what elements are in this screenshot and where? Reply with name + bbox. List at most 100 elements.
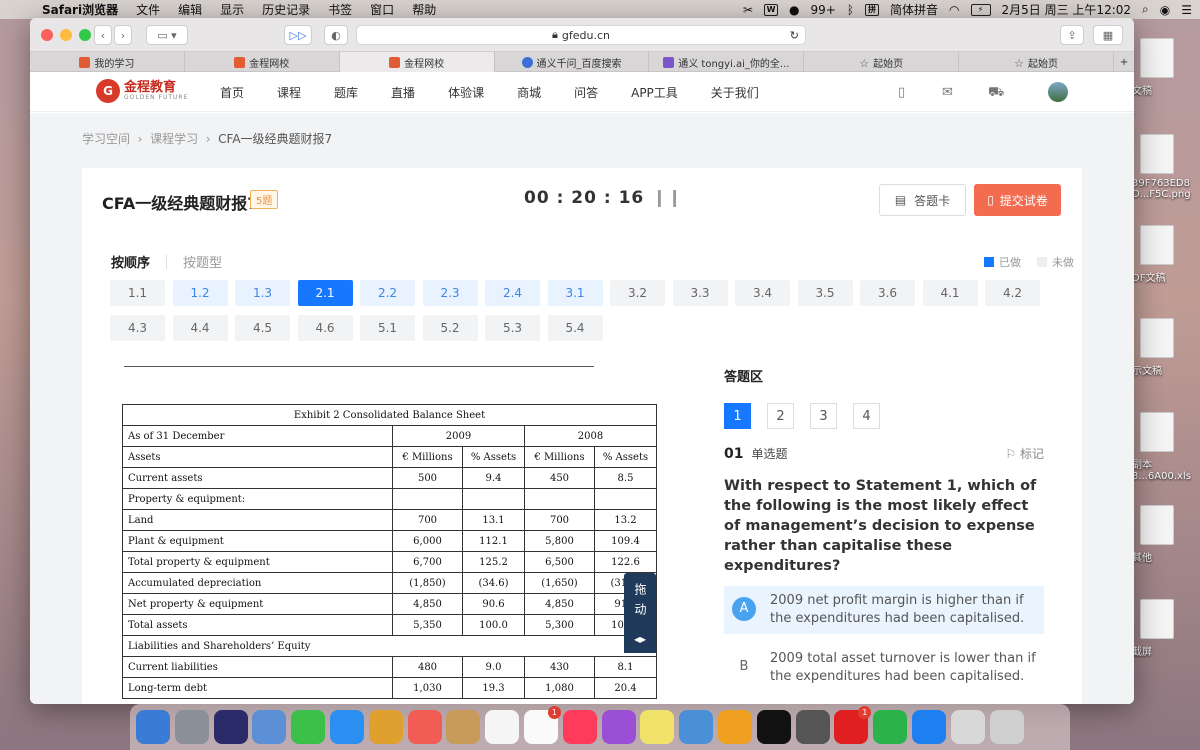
question-button[interactable]: 2.2 [360,280,415,306]
question-button[interactable]: 2.3 [422,280,478,306]
menu-app[interactable]: Safari浏览器 [42,1,118,18]
share-icon[interactable]: ⇪ [1060,25,1084,45]
question-button[interactable]: 1.3 [235,280,290,306]
dock-app-icon[interactable] [446,710,481,744]
breadcrumb-course[interactable]: 课程学习 [150,132,198,146]
desktop-file[interactable]: 截屏 [1132,599,1200,658]
wechat-icon[interactable]: ● [789,3,799,17]
clock[interactable]: 2月5日 周三 上午12:02 [1002,1,1131,18]
subquestion-tab[interactable]: 2 [767,403,794,429]
translate-icon[interactable]: ▷▷ [284,25,312,45]
dock-app-icon[interactable] [679,710,714,744]
subquestion-tab[interactable]: 3 [810,403,837,429]
desktop-file[interactable]: 副本 3...6A00.xls [1132,412,1200,482]
privacy-shield-icon[interactable]: ◐ [324,25,348,45]
dock-app-icon[interactable] [291,710,326,744]
question-button[interactable]: 3.6 [860,280,915,306]
bluetooth-icon[interactable]: ᛒ [847,3,854,17]
question-button[interactable]: 4.6 [297,315,353,341]
desktop-file[interactable]: DF文稿 [1132,225,1200,284]
dock-app-icon[interactable] [795,710,830,744]
question-button[interactable]: 1.2 [172,280,228,306]
nav-item[interactable]: 直播 [391,84,415,101]
question-button[interactable]: 3.4 [735,280,790,306]
dock-app-icon[interactable] [407,710,442,744]
menu-help[interactable]: 帮助 [412,1,436,18]
question-button[interactable]: 5.1 [360,315,415,341]
desktop-file[interactable]: 文稿 [1132,38,1200,97]
address-bar[interactable]: 🔒︎ gfedu.cn ↻ [356,25,806,45]
phone-icon[interactable]: ▯ [898,85,905,100]
dock-app-icon[interactable] [717,710,752,744]
reload-icon[interactable]: ↻ [790,29,799,42]
ime-icon[interactable]: 拼 [865,3,880,16]
answer-card-button[interactable]: ▤ 答题卡 [879,184,966,216]
close-window-icon[interactable] [41,29,53,41]
mark-button[interactable]: ⚐ 标记 [1005,445,1044,462]
desktop-file[interactable]: 示文稿 [1132,318,1200,377]
dock-app-icon[interactable] [136,710,170,744]
nav-item[interactable]: 问答 [574,84,598,101]
dock-app-icon[interactable] [174,710,209,744]
dock-app-icon[interactable] [756,710,791,744]
subquestion-tab[interactable]: 4 [853,403,880,429]
option-b[interactable]: B 2009 total asset turnover is lower than… [724,644,1044,692]
cart-icon[interactable]: ⛟ [988,85,1004,102]
siri-icon[interactable]: ◉ [1160,3,1170,17]
minimize-window-icon[interactable] [60,29,72,41]
question-button[interactable]: 4.4 [172,315,228,341]
control-center-icon[interactable]: ☰ [1181,3,1192,17]
site-logo[interactable]: G 金程教育 GOLDEN FUTURE [96,79,188,103]
desktop-file[interactable]: 39F763ED8 D...F5C.png [1132,134,1200,200]
dock-app-icon[interactable]: 1 [834,706,872,744]
drag-handle[interactable]: 拖动 ◂▸ [624,573,656,653]
dock-app-icon[interactable] [368,710,403,744]
dock-app-icon[interactable] [911,710,946,744]
question-button[interactable]: 2.4 [485,280,540,306]
menu-view[interactable]: 显示 [220,1,244,18]
browser-tab[interactable]: 金程网校 [185,52,340,72]
wps-icon[interactable]: W [764,3,779,16]
dock-app-icon[interactable] [562,710,597,744]
nav-item[interactable]: 课程 [277,84,301,101]
mail-icon[interactable]: ✉ [942,85,953,100]
dock-app-icon[interactable] [252,710,287,744]
question-button[interactable]: 5.4 [547,315,603,341]
menu-window[interactable]: 窗口 [370,1,394,18]
browser-tab[interactable]: ☆ 起始页 [959,52,1115,72]
dock-app-icon[interactable] [601,710,636,744]
browser-tab[interactable]: ☆ 起始页 [804,52,960,72]
back-button[interactable]: ‹ [94,25,112,45]
new-tab-icon[interactable]: + [1114,52,1134,72]
zoom-window-icon[interactable] [79,29,91,41]
search-icon[interactable]: ⌕ [1142,2,1149,17]
dock-app-icon[interactable] [329,710,364,744]
dock-app-icon[interactable] [213,710,248,744]
question-button[interactable]: 3.1 [547,280,603,306]
submit-exam-button[interactable]: ▯ 提交试卷 [974,184,1061,216]
pause-icon[interactable]: ❙❙ [652,188,683,208]
desktop-file[interactable]: 其他 [1132,505,1200,564]
nav-item[interactable]: 体验课 [448,84,484,101]
question-button[interactable]: 4.2 [985,280,1040,306]
browser-tab[interactable]: 通义 tongyi.ai_你的全... [649,52,805,72]
wifi-icon[interactable]: ◠ [949,3,959,17]
menu-edit[interactable]: 编辑 [178,1,202,18]
breadcrumb-learning-space[interactable]: 学习空间 [82,132,130,146]
nav-item[interactable]: 商城 [517,84,541,101]
dock-app-icon[interactable] [873,710,908,744]
question-button[interactable]: 3.5 [797,280,853,306]
menu-bookmarks[interactable]: 书签 [328,1,352,18]
battery-icon[interactable]: ⚡ [970,3,991,16]
question-button[interactable]: 3.2 [610,280,665,306]
question-button[interactable]: 3.3 [672,280,728,306]
dock-app-icon[interactable] [640,710,675,744]
question-button[interactable]: 4.1 [922,280,978,306]
browser-tab[interactable]: 金程网校 [339,52,495,72]
dock-app-icon[interactable] [989,710,1024,744]
question-button[interactable]: 1.1 [110,280,165,306]
nav-item[interactable]: APP工具 [631,84,678,101]
dock-app-icon[interactable] [950,710,985,744]
tab-by-order[interactable]: 按顺序 [111,252,150,271]
question-button[interactable]: 2.1 [297,280,353,306]
